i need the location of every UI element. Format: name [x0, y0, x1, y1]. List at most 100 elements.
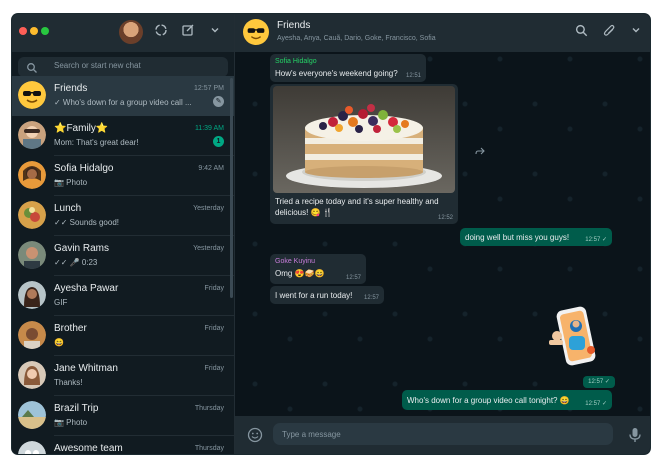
- emoji-icon[interactable]: [247, 427, 263, 443]
- avatar: [243, 19, 269, 45]
- message-time: 12:57 ✓: [585, 401, 607, 407]
- message-time: 12:57 ✓: [585, 237, 607, 243]
- chat-time: Friday: [204, 285, 224, 292]
- cake-photo[interactable]: [273, 86, 455, 193]
- avatar: [18, 321, 46, 349]
- conversation-header[interactable]: Friends Ayesha, Anya, Cauã, Dario, Goke,…: [235, 14, 650, 52]
- chat-time: Thursday: [194, 405, 224, 412]
- conversation-title: Friends: [277, 20, 311, 31]
- muted-icon: ✎: [213, 96, 224, 107]
- message-time: 12:57: [363, 295, 379, 301]
- avatar: [18, 441, 46, 454]
- message-sender: Goke Kuyinu: [275, 258, 316, 265]
- menu-chevron-icon[interactable]: [206, 23, 224, 41]
- chat-item-family[interactable]: ⭐Family⭐ 11:39 AM Mom: That's great dear…: [12, 116, 234, 156]
- chat-time: 11:39 AM: [194, 125, 224, 132]
- chat-item-gavin-rams[interactable]: Gavin Rams Yesterday ✓✓ 🎤 0:23: [12, 236, 234, 276]
- chat-name: Lunch: [54, 203, 82, 214]
- avatar: [18, 81, 46, 109]
- chat-item-jane-whitman[interactable]: Jane Whitman Friday Thanks!: [12, 356, 234, 396]
- chat-item-lunch[interactable]: Lunch Yesterday ✓✓ Sounds good!: [12, 196, 234, 236]
- message-input[interactable]: [273, 423, 613, 445]
- avatar[interactable]: [119, 20, 143, 44]
- search-icon: [26, 61, 38, 73]
- message-outgoing[interactable]: Who's down for a group video call tonigh…: [402, 390, 612, 410]
- message-caption: delicious! 😋 🍴: [275, 208, 333, 217]
- chat-time: Yesterday: [193, 245, 224, 252]
- chat-item-sofia-hidalgo[interactable]: Sofia Hidalgo 9:42 AM 📷 Photo: [12, 156, 234, 196]
- message-text: How's everyone's weekend going?: [275, 69, 398, 78]
- avatar: [18, 161, 46, 189]
- avatar: [18, 401, 46, 429]
- chat-item-ayesha-pawar[interactable]: Ayesha Pawar Friday GIF: [12, 276, 234, 316]
- chat-last-message: ✓✓ Sounds good!: [54, 218, 120, 227]
- conversation-panel: Friends Ayesha, Anya, Cauã, Dario, Goke,…: [235, 14, 650, 454]
- chat-item-brazil-trip[interactable]: Brazil Trip Thursday 📷 Photo: [12, 396, 234, 436]
- chat-name: Sofia Hidalgo: [54, 163, 114, 174]
- message-text: Who's down for a group video call tonigh…: [407, 396, 570, 405]
- sidebar-header: [12, 14, 234, 52]
- chat-last-message: 📷 Photo: [54, 418, 88, 427]
- chat-item-awesome-team[interactable]: Awesome team Thursday: [12, 436, 234, 454]
- avatar: [18, 121, 46, 149]
- chat-time: 12:57 PM: [194, 85, 224, 92]
- message-time: 12:52: [437, 215, 453, 221]
- chat-item-friends[interactable]: Friends 12:57 PM ✓ Who's down for a grou…: [12, 76, 234, 116]
- menu-chevron-icon[interactable]: [628, 24, 644, 40]
- message-time: 12:51: [405, 73, 421, 79]
- chat-name: Gavin Rams: [54, 243, 110, 254]
- new-chat-icon[interactable]: [179, 23, 197, 41]
- search-input[interactable]: Search or start new chat: [18, 57, 228, 77]
- attach-icon[interactable]: [601, 24, 617, 40]
- chat-name: Brother: [54, 323, 87, 334]
- chat-name: Awesome team: [54, 443, 123, 454]
- chat-last-message: Mom: That's great dear!: [54, 138, 139, 147]
- chat-name: ⭐Family⭐: [54, 123, 109, 134]
- minimize-window-button[interactable]: [30, 27, 38, 35]
- search-icon[interactable]: [573, 24, 589, 40]
- app-window: Search or start new chat Friends 12:57 P…: [12, 14, 650, 454]
- message-outgoing[interactable]: doing well but miss you guys! 12:57 ✓: [460, 228, 612, 246]
- message-sender: Sofia Hidalgo: [275, 58, 317, 65]
- chat-name: Brazil Trip: [54, 403, 99, 414]
- chat-time: 9:42 AM: [198, 165, 224, 172]
- chat-list-scrollbar[interactable]: [230, 78, 233, 298]
- avatar: [18, 241, 46, 269]
- chat-last-message: GIF: [54, 298, 68, 307]
- chat-item-brother[interactable]: Brother Friday 😄: [12, 316, 234, 356]
- avatar: [18, 281, 46, 309]
- mic-icon[interactable]: [628, 427, 642, 443]
- message-text: I went for a run today!: [275, 291, 353, 300]
- chat-time: Friday: [204, 365, 224, 372]
- chat-last-message: 😄: [54, 338, 64, 347]
- chat-last-message: 📷 Photo: [54, 178, 88, 187]
- chat-name: Friends: [54, 83, 88, 94]
- conversation-members: Ayesha, Anya, Cauã, Dario, Goke, Francis…: [277, 35, 436, 42]
- chat-time: Yesterday: [193, 205, 224, 212]
- chat-name: Jane Whitman: [54, 363, 118, 374]
- message-time: 12:57: [345, 275, 361, 281]
- message-text: Omg 😍🥪😄: [275, 269, 325, 278]
- chat-last-message: Thanks!: [54, 378, 83, 387]
- unread-badge: 1: [213, 136, 224, 147]
- message-time: 12:57 ✓: [583, 376, 615, 388]
- message-text: doing well but miss you guys!: [465, 233, 570, 242]
- message-photo[interactable]: Tried a recipe today and it's super heal…: [270, 84, 458, 224]
- message-caption: Tried a recipe today and it's super heal…: [275, 197, 439, 206]
- message-incoming[interactable]: I went for a run today! 12:57: [270, 286, 384, 304]
- message-incoming[interactable]: Goke Kuyinu Omg 😍🥪😄 12:57: [270, 254, 366, 284]
- message-incoming[interactable]: Sofia Hidalgo How's everyone's weekend g…: [270, 54, 426, 82]
- avatar: [18, 201, 46, 229]
- avatar: [18, 361, 46, 389]
- search-placeholder: Search or start new chat: [54, 61, 141, 70]
- chat-list: Friends 12:57 PM ✓ Who's down for a grou…: [12, 76, 234, 454]
- close-window-button[interactable]: [19, 27, 27, 35]
- new-status-icon[interactable]: [152, 23, 170, 41]
- chat-name: Ayesha Pawar: [54, 283, 119, 294]
- forward-icon[interactable]: [475, 146, 485, 156]
- sticker[interactable]: [543, 306, 605, 368]
- composer: [235, 416, 650, 454]
- chat-time: Friday: [204, 325, 224, 332]
- zoom-window-button[interactable]: [41, 27, 49, 35]
- chat-last-message: ✓✓ 🎤 0:23: [54, 258, 98, 267]
